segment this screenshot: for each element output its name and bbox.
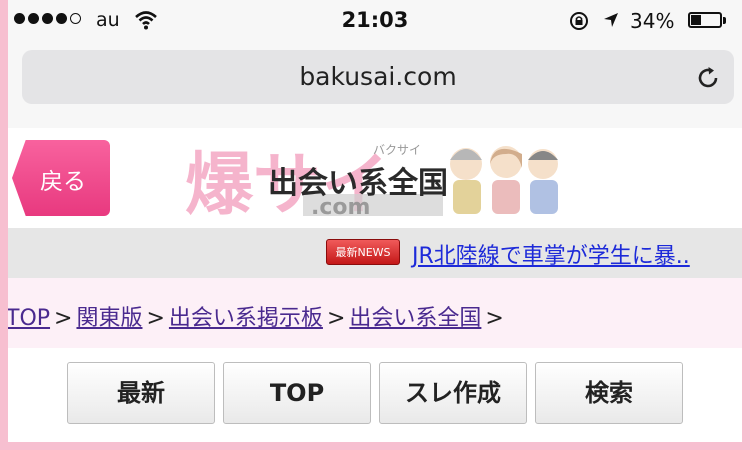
breadcrumb: TOP > 関東版 > 出会い系掲示板 > 出会い系全国 > xyxy=(8,278,742,349)
breadcrumb-separator: > xyxy=(54,306,73,331)
url-text[interactable]: bakusai.com xyxy=(22,62,734,91)
latest-button[interactable]: 最新 xyxy=(67,362,215,424)
back-button-label: 戻る xyxy=(40,169,86,195)
breadcrumb-kanto[interactable]: 関東版 xyxy=(76,306,142,331)
breadcrumb-current[interactable]: 出会い系全国 xyxy=(349,306,481,331)
breadcrumb-top[interactable]: TOP xyxy=(8,306,50,331)
address-bar[interactable]: bakusai.com xyxy=(22,50,734,104)
news-bar: 最新NEWS JR北陸線で車掌が学生に暴.. xyxy=(8,228,742,278)
battery-icon xyxy=(688,12,722,28)
orientation-lock-icon xyxy=(568,11,590,35)
page-title: 出会い系全国 xyxy=(268,166,448,201)
reload-icon[interactable] xyxy=(694,64,722,96)
news-headline-link[interactable]: JR北陸線で車掌が学生に暴.. xyxy=(412,238,690,270)
action-button-row: 最新 TOP スレ作成 検索 xyxy=(8,348,742,442)
battery-tip xyxy=(723,17,726,24)
news-badge: 最新NEWS xyxy=(326,239,400,265)
back-button[interactable]: 戻る xyxy=(12,140,110,216)
location-arrow-icon xyxy=(602,11,620,33)
site-header: 戻る 爆サイ バクサイ .com 出会い系全国 xyxy=(8,128,742,228)
top-button[interactable]: TOP xyxy=(223,362,371,424)
breadcrumb-separator: > xyxy=(146,306,165,331)
search-button[interactable]: 検索 xyxy=(535,362,683,424)
battery-level xyxy=(691,15,701,25)
status-bar: au 21:03 34% xyxy=(8,0,742,40)
phone-screen: au 21:03 34% bakusai.com 戻る 爆サイ バクサイ .co… xyxy=(8,0,742,442)
battery-percent: 34% xyxy=(630,9,675,33)
breadcrumb-separator: > xyxy=(326,306,346,331)
create-thread-button[interactable]: スレ作成 xyxy=(379,362,527,424)
browser-toolbar: bakusai.com xyxy=(8,40,742,129)
breadcrumb-separator: > xyxy=(485,306,504,331)
breadcrumb-board[interactable]: 出会い系掲示板 xyxy=(169,306,323,331)
svg-text:バクサイ: バクサイ xyxy=(373,143,421,157)
